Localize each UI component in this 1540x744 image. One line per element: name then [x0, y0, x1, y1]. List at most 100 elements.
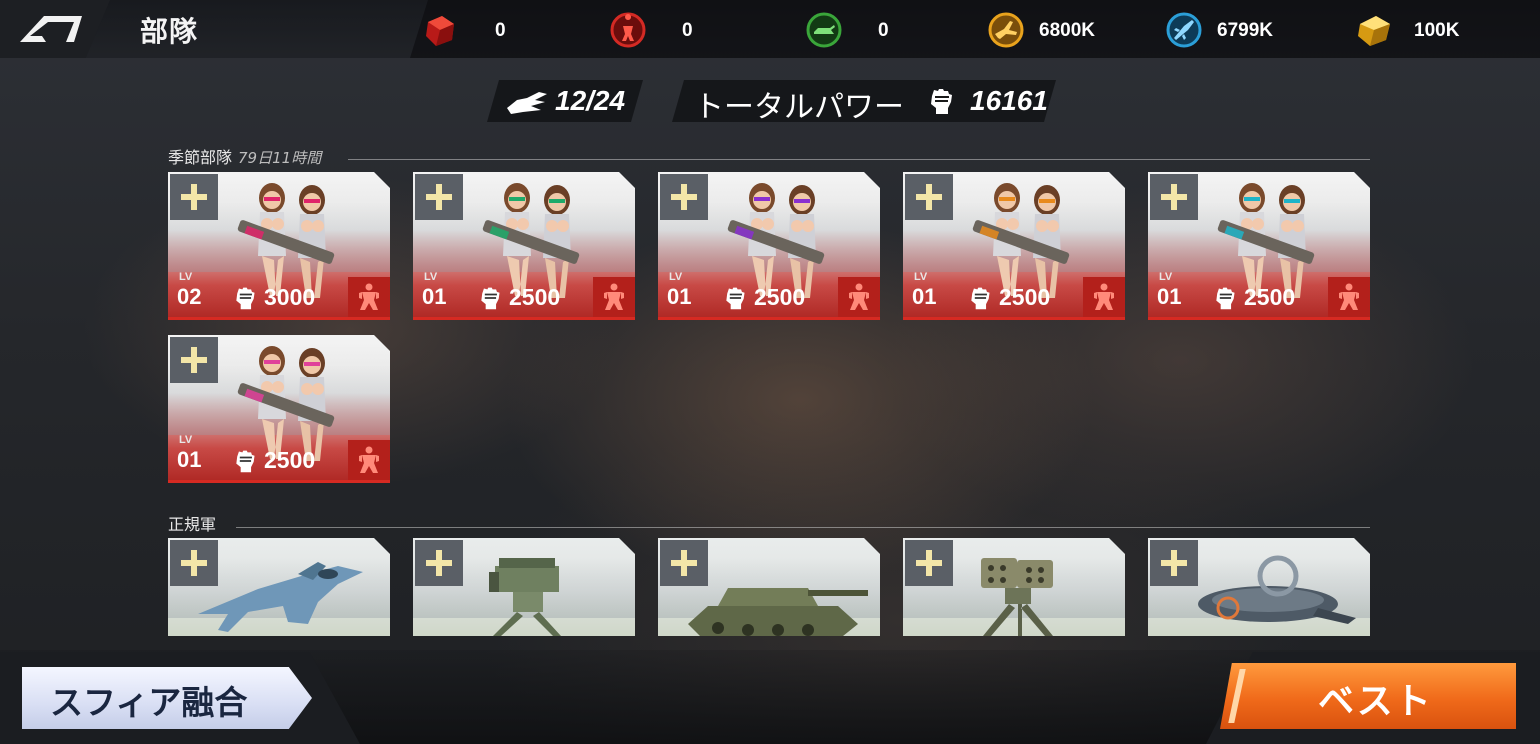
- seasonal-section-title: 季節部隊 79日11時間: [168, 144, 321, 168]
- unit-count: 12/24: [555, 85, 626, 116]
- soldier-icon: [357, 283, 381, 311]
- power-value: 2500: [754, 284, 806, 310]
- section-divider: [348, 159, 1370, 160]
- power-value: 2500: [999, 284, 1051, 310]
- squad-portrait: [720, 176, 850, 301]
- resource-value: 6800K: [1039, 20, 1095, 41]
- total-power-panel: トータルパワー 16161: [672, 80, 1056, 122]
- add-button[interactable]: [415, 540, 463, 586]
- add-button[interactable]: [170, 337, 218, 383]
- resource-value: 6799K: [1217, 20, 1273, 41]
- squad-card[interactable]: LV 01 2500: [658, 172, 880, 320]
- plus-icon: [425, 549, 453, 577]
- add-button[interactable]: [170, 174, 218, 220]
- seasonal-timer: 79日11時間: [238, 149, 322, 167]
- level-label: LV: [1159, 271, 1173, 283]
- resource-value: 0: [495, 20, 506, 41]
- infantry-class-badge: [348, 440, 390, 480]
- plus-icon: [1160, 549, 1188, 577]
- regular-section-title: 正規軍: [168, 511, 216, 535]
- add-button[interactable]: [1150, 540, 1198, 586]
- add-button[interactable]: [415, 174, 463, 220]
- regular-unit-card[interactable]: [413, 538, 635, 636]
- add-button[interactable]: [1150, 174, 1198, 220]
- sphere-fusion-label: スフィア融合: [50, 683, 248, 722]
- sphere-fusion-button[interactable]: スフィア融合: [22, 667, 312, 729]
- plus-icon: [180, 549, 208, 577]
- level-label: LV: [914, 271, 928, 283]
- fist-icon: [477, 285, 503, 311]
- plus-icon: [180, 346, 208, 374]
- fist-icon: [232, 285, 258, 311]
- blue-jet-medal-icon: [1166, 12, 1202, 48]
- seasonal-title: 季節部隊: [168, 148, 233, 167]
- tank-icon: [678, 544, 878, 636]
- infantry-class-badge: [348, 277, 390, 317]
- resource-value: 100K: [1414, 20, 1460, 41]
- squad-portrait: [965, 176, 1095, 301]
- troops-icon: [505, 88, 549, 116]
- soldier-icon: [1092, 283, 1116, 311]
- squad-portrait: [475, 176, 605, 301]
- squad-card[interactable]: LV 01 2500: [903, 172, 1125, 320]
- jet-fighter-icon: [188, 544, 388, 636]
- squad-card[interactable]: LV 01 2500: [168, 335, 390, 483]
- gold-crystal-icon: [1358, 16, 1390, 46]
- regular-unit-card[interactable]: [1148, 538, 1370, 636]
- regular-unit-card[interactable]: [903, 538, 1125, 636]
- fist-icon: [1212, 285, 1238, 311]
- squad-card[interactable]: LV 02 3000: [168, 172, 390, 320]
- soldier-icon: [847, 283, 871, 311]
- level-value: 01: [1157, 284, 1182, 309]
- add-button[interactable]: [660, 540, 708, 586]
- level-label: LV: [179, 434, 193, 446]
- infantry-class-badge: [593, 277, 635, 317]
- soldier-icon: [602, 283, 626, 311]
- power-value: 2500: [509, 284, 561, 310]
- gold-aircraft-medal-icon: [988, 12, 1024, 48]
- page-title: 部隊: [140, 15, 199, 48]
- level-value: 01: [667, 284, 692, 309]
- plus-icon: [180, 183, 208, 211]
- fist-icon: [967, 285, 993, 311]
- regular-unit-card[interactable]: [168, 538, 390, 636]
- regular-unit-card[interactable]: [658, 538, 880, 636]
- add-button[interactable]: [905, 174, 953, 220]
- level-value: 01: [422, 284, 447, 309]
- plus-icon: [1160, 183, 1188, 211]
- power-value: 2500: [264, 447, 316, 473]
- plus-icon: [425, 183, 453, 211]
- level-label: LV: [179, 271, 193, 283]
- squad-portrait: [1210, 176, 1340, 301]
- level-label: LV: [669, 271, 683, 283]
- plus-icon: [670, 549, 698, 577]
- best-label: ベスト: [1318, 681, 1433, 722]
- resource-value: 0: [878, 20, 889, 41]
- rocket-walker-icon: [923, 544, 1123, 636]
- regular-title: 正規軍: [168, 515, 217, 534]
- add-button[interactable]: [660, 174, 708, 220]
- plus-icon: [915, 183, 943, 211]
- green-tank-medal-icon: [806, 12, 842, 48]
- section-divider: [236, 527, 1370, 528]
- total-power-label: トータルパワー: [694, 90, 904, 125]
- squad-card[interactable]: LV 01 2500: [1148, 172, 1370, 320]
- red-crystal-icon: [426, 16, 454, 46]
- level-label: LV: [424, 271, 438, 283]
- squad-card[interactable]: LV 01 2500: [413, 172, 635, 320]
- squad-portrait: [230, 339, 360, 464]
- hover-ship-icon: [1168, 544, 1368, 636]
- infantry-class-badge: [1328, 277, 1370, 317]
- back-arrow-icon: [20, 16, 82, 42]
- add-button[interactable]: [905, 540, 953, 586]
- add-button[interactable]: [170, 540, 218, 586]
- fist-icon: [926, 86, 956, 116]
- soldier-icon: [1337, 283, 1361, 311]
- plus-icon: [670, 183, 698, 211]
- best-button[interactable]: ベスト: [1220, 663, 1516, 729]
- fist-icon: [722, 285, 748, 311]
- infantry-class-badge: [838, 277, 880, 317]
- unit-count-panel: 12/24: [487, 80, 643, 122]
- level-value: 01: [912, 284, 937, 309]
- power-value: 3000: [264, 284, 316, 310]
